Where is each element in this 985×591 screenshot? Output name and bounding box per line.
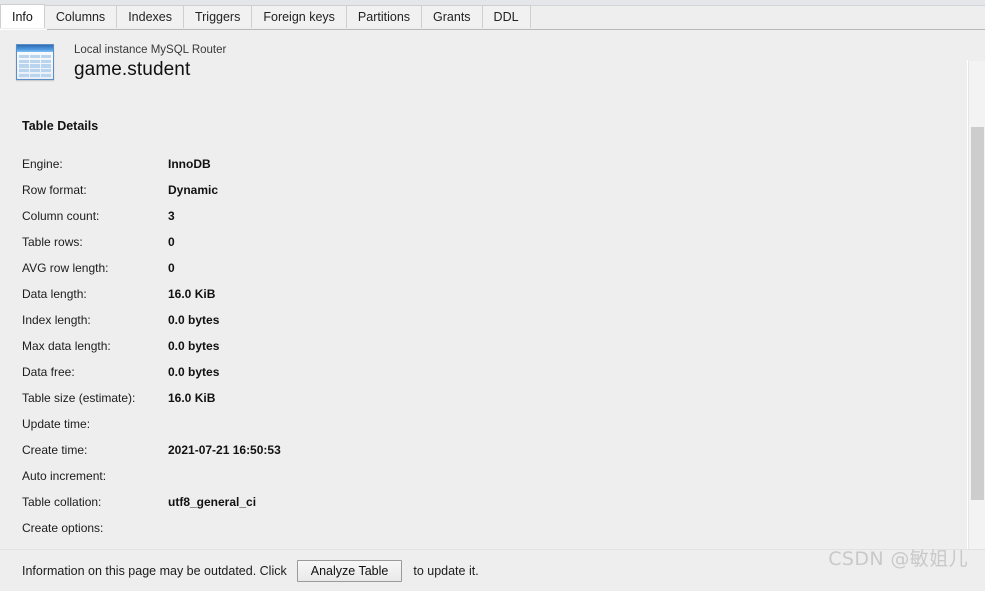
detail-label: Index length: — [22, 313, 91, 327]
status-bar: Information on this page may be outdated… — [0, 549, 985, 591]
table-icon — [14, 42, 58, 84]
table-icon-titlebar — [17, 45, 53, 52]
detail-label: Data length: — [22, 287, 87, 301]
detail-label: Row format: — [22, 183, 87, 197]
detail-row: Max data length: 0.0 bytes — [22, 339, 492, 365]
object-header-text: Local instance MySQL Router game.student — [74, 42, 226, 82]
detail-value: 0 — [168, 261, 175, 275]
detail-label: Engine: — [22, 157, 63, 171]
detail-row: AVG row length: 0 — [22, 261, 492, 287]
table-details-list: Engine: InnoDB Row format: Dynamic Column co… — [22, 157, 492, 540]
detail-value: utf8_general_ci — [168, 495, 257, 509]
tab-grants[interactable]: Grants — [422, 5, 483, 29]
table-details-heading: Table Details — [22, 119, 99, 133]
status-message-after: to update it. — [413, 563, 479, 578]
detail-value: Dynamic — [168, 183, 219, 197]
detail-row: Column count: 3 — [22, 209, 492, 235]
detail-label: Table collation: — [22, 495, 102, 509]
detail-label: Table size (estimate): — [22, 391, 136, 405]
tab-list: Info Columns Indexes Triggers Foreign keys Pa… — [0, 4, 531, 30]
detail-row: Index length: 0.0 bytes — [22, 313, 492, 339]
detail-value: 2021-07-21 16:50:53 — [168, 443, 281, 457]
detail-row: Data length: 16.0 KiB — [22, 287, 492, 313]
detail-row: Row format: Dynamic — [22, 183, 492, 209]
vertical-scrollbar-thumb[interactable] — [971, 127, 984, 500]
detail-row: Table rows: 0 — [22, 235, 492, 261]
detail-row: Update time: — [22, 417, 492, 443]
detail-label: Max data length: — [22, 339, 111, 353]
tab-columns[interactable]: Columns — [44, 5, 118, 29]
tab-triggers[interactable]: Triggers — [183, 5, 253, 29]
detail-value: 0.0 bytes — [168, 339, 220, 353]
detail-label: Auto increment: — [22, 469, 107, 483]
detail-row: Create options: — [22, 521, 492, 540]
detail-row: Table collation: utf8_general_ci — [22, 495, 492, 521]
object-header: Local instance MySQL Router game.student — [14, 42, 226, 84]
detail-value: 16.0 KiB — [168, 391, 216, 405]
detail-label: Data free: — [22, 365, 75, 379]
page-title: game.student — [74, 59, 191, 80]
vertical-scrollbar[interactable] — [968, 61, 985, 579]
detail-value: 3 — [168, 209, 175, 223]
detail-label: Update time: — [22, 417, 91, 431]
detail-row: Create time: 2021-07-21 16:50:53 — [22, 443, 492, 469]
tab-bar: Info Columns Indexes Triggers Foreign keys Pa… — [0, 0, 985, 30]
detail-value: 16.0 KiB — [168, 287, 216, 301]
detail-row: Auto increment: — [22, 469, 492, 495]
tab-info[interactable]: Info — [0, 4, 45, 29]
tab-indexes[interactable]: Indexes — [117, 5, 184, 29]
detail-label: Create options: — [22, 521, 104, 535]
info-tab-panel: Local instance MySQL Router game.student… — [0, 30, 985, 591]
table-details-clip: Engine: InnoDB Row format: Dynamic Column co… — [0, 157, 955, 540]
detail-value: InnoDB — [168, 157, 211, 171]
detail-row: Table size (estimate): 16.0 KiB — [22, 391, 492, 417]
table-icon-grid — [19, 55, 51, 77]
detail-row: Engine: InnoDB — [22, 157, 492, 183]
detail-value: 0.0 bytes — [168, 313, 220, 327]
detail-label: Create time: — [22, 443, 88, 457]
tab-foreign-keys[interactable]: Foreign keys — [252, 5, 347, 29]
detail-label: AVG row length: — [22, 261, 109, 275]
detail-row: Data free: 0.0 bytes — [22, 365, 492, 391]
connection-label: Local instance MySQL Router — [74, 44, 227, 56]
tab-partitions[interactable]: Partitions — [346, 5, 423, 29]
detail-value: 0.0 bytes — [168, 365, 220, 379]
status-message-before: Information on this page may be outdated… — [22, 563, 287, 578]
detail-label: Column count: — [22, 209, 100, 223]
analyze-table-button[interactable]: Analyze Table — [296, 559, 403, 582]
detail-value: 0 — [168, 235, 175, 249]
detail-label: Table rows: — [22, 235, 83, 249]
tab-ddl[interactable]: DDL — [482, 5, 531, 29]
